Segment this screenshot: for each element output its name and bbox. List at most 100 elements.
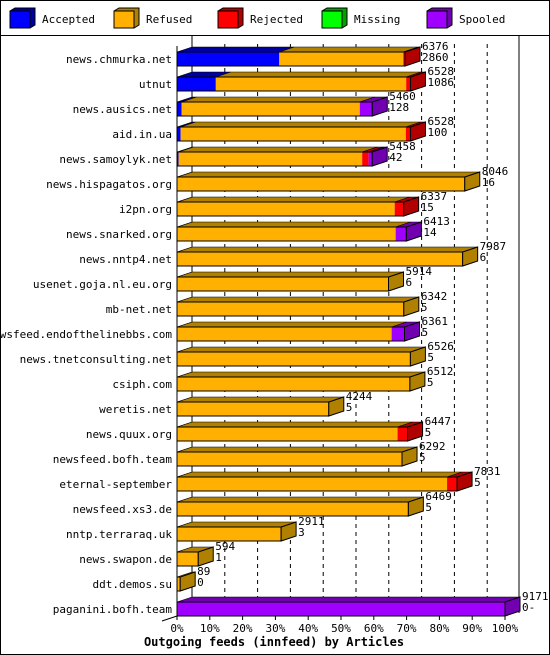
accepted-label: 5: [427, 376, 434, 389]
bar-news.chmurka.net: [176, 46, 421, 67]
bar-segment-accepted: [177, 52, 280, 66]
legend-item-accepted: Accepted: [9, 7, 95, 29]
bar-segment-rejected: [406, 77, 411, 91]
accepted-label: 5: [419, 451, 426, 464]
legend-label: Spooled: [459, 13, 505, 26]
legend-swatch: [9, 10, 31, 29]
bar-top-refused: [177, 371, 425, 378]
bar-segment-spooled: [395, 227, 407, 241]
bar-top-accepted: [176, 46, 295, 53]
legend-item-refused: Refused: [113, 7, 192, 29]
bar-segment-spooled: [359, 102, 373, 116]
accepted-label: 1086: [427, 76, 454, 89]
accepted-label: 14: [423, 226, 437, 239]
bar-top-refused: [177, 321, 407, 328]
x-tick-label: 60%: [364, 622, 384, 635]
bar-segment-rejected: [394, 202, 404, 216]
bar-nntp.terraraq.uk: [176, 521, 297, 542]
legend-swatch: [113, 10, 135, 29]
bar-weretis.net: [176, 396, 345, 417]
accepted-label: 6: [480, 251, 487, 264]
bar-segment-rejected: [397, 427, 408, 441]
bar-top-spooled: [176, 596, 521, 603]
accepted-label: 2860: [422, 51, 449, 64]
category-label: aid.in.ua: [112, 128, 172, 141]
accepted-label: 0: [197, 576, 204, 589]
x-axis-title: Outgoing feeds (innfeed) by Articles: [144, 635, 404, 649]
bar-newsfeed.endofthelinebbs.com: [176, 321, 421, 342]
accepted-label: 5: [422, 326, 429, 339]
accepted-label: 3: [298, 526, 305, 539]
bar-usenet.goja.nl.eu.org: [176, 271, 405, 292]
bar-segment-refused: [177, 427, 398, 441]
legend-item-rejected: Rejected: [217, 7, 303, 29]
bar-news.samoylyk.net: [176, 146, 388, 167]
bar-segment-refused: [177, 452, 403, 466]
x-tick-label: 0%: [170, 622, 184, 635]
category-label: news.tnetconsulting.net: [20, 353, 172, 366]
bar-top-refused: [178, 146, 378, 153]
category-label: ddt.demos.su: [93, 578, 172, 591]
bar-segment-refused: [177, 377, 410, 391]
bar-top-refused: [177, 421, 413, 428]
accepted-label: 5: [474, 476, 481, 489]
bar-newsfeed.xs3.de: [176, 496, 424, 517]
bar-segment-refused: [177, 277, 389, 291]
bar-news.ausics.net: [176, 96, 388, 117]
bar-segment-refused: [177, 477, 448, 491]
x-tick-label: 50%: [331, 622, 351, 635]
bar-segment-refused: [177, 227, 396, 241]
category-label: news.ausics.net: [73, 103, 172, 116]
bar-segment-rejected: [405, 127, 411, 141]
bar-segment-spooled: [177, 602, 505, 616]
x-tick-label: 20%: [233, 622, 253, 635]
accepted-label: 42: [389, 151, 402, 164]
category-label: nntp.terraraq.uk: [66, 528, 172, 541]
category-label: usenet.goja.nl.eu.org: [33, 278, 172, 291]
bar-eternal-september: [176, 471, 473, 492]
category-label: newsfeed.bofh.team: [53, 453, 173, 466]
legend-swatch: [217, 10, 239, 29]
bar-top-refused: [177, 196, 410, 203]
bar-segment-spooled: [391, 327, 405, 341]
bar-news.tnetconsulting.net: [176, 346, 426, 367]
accepted-label: 5: [421, 301, 428, 314]
legend-swatch: [321, 10, 343, 29]
accepted-label: 16: [482, 176, 495, 189]
bar-news.swapon.de: [176, 546, 214, 567]
x-tick-label: 70%: [397, 622, 417, 635]
bar-segment-refused: [177, 202, 395, 216]
category-label: newsfeed.endofthelinebbs.com: [0, 328, 172, 341]
bar-top-refused: [279, 46, 419, 53]
bar-newsfeed.bofh.team: [176, 446, 418, 467]
bar-segment-refused: [279, 52, 404, 66]
category-label: eternal-september: [59, 478, 172, 491]
bar-top-refused: [177, 346, 426, 353]
bar-paganini.bofh.team: [176, 596, 521, 617]
bar-top-refused: [180, 121, 421, 128]
bar-segment-refused: [177, 552, 199, 566]
accepted-label: 0-: [522, 601, 535, 614]
bar-segment-accepted: [177, 127, 181, 141]
bar-news.hispagatos.org: [176, 171, 481, 192]
floor-diagonal: [161, 615, 178, 622]
bar-segment-refused: [177, 177, 465, 191]
x-tick-label: 80%: [429, 622, 449, 635]
bar-top-refused: [177, 471, 463, 478]
category-label: weretis.net: [99, 403, 172, 416]
bar-top-refused: [177, 396, 344, 403]
x-tick-label: 30%: [265, 622, 285, 635]
legend-swatch: [426, 10, 448, 29]
bar-top-refused: [177, 446, 418, 453]
accepted-label: 5: [425, 501, 432, 514]
bar-segment-refused: [177, 402, 329, 416]
category-label: paganini.bofh.team: [53, 603, 173, 616]
accepted-label: 100: [427, 126, 447, 139]
bar-top-refused: [177, 271, 404, 278]
category-label: newsfeed.xs3.de: [73, 503, 172, 516]
bar-news.snarked.org: [176, 221, 422, 242]
x-tick-label: 10%: [200, 622, 220, 635]
x-axis: 0% 10% 20% 30% 40% 50% 60% 70% 80% 90% 100%: [170, 616, 519, 635]
legend-label: Accepted: [42, 13, 95, 26]
accepted-label: 5: [425, 426, 432, 439]
